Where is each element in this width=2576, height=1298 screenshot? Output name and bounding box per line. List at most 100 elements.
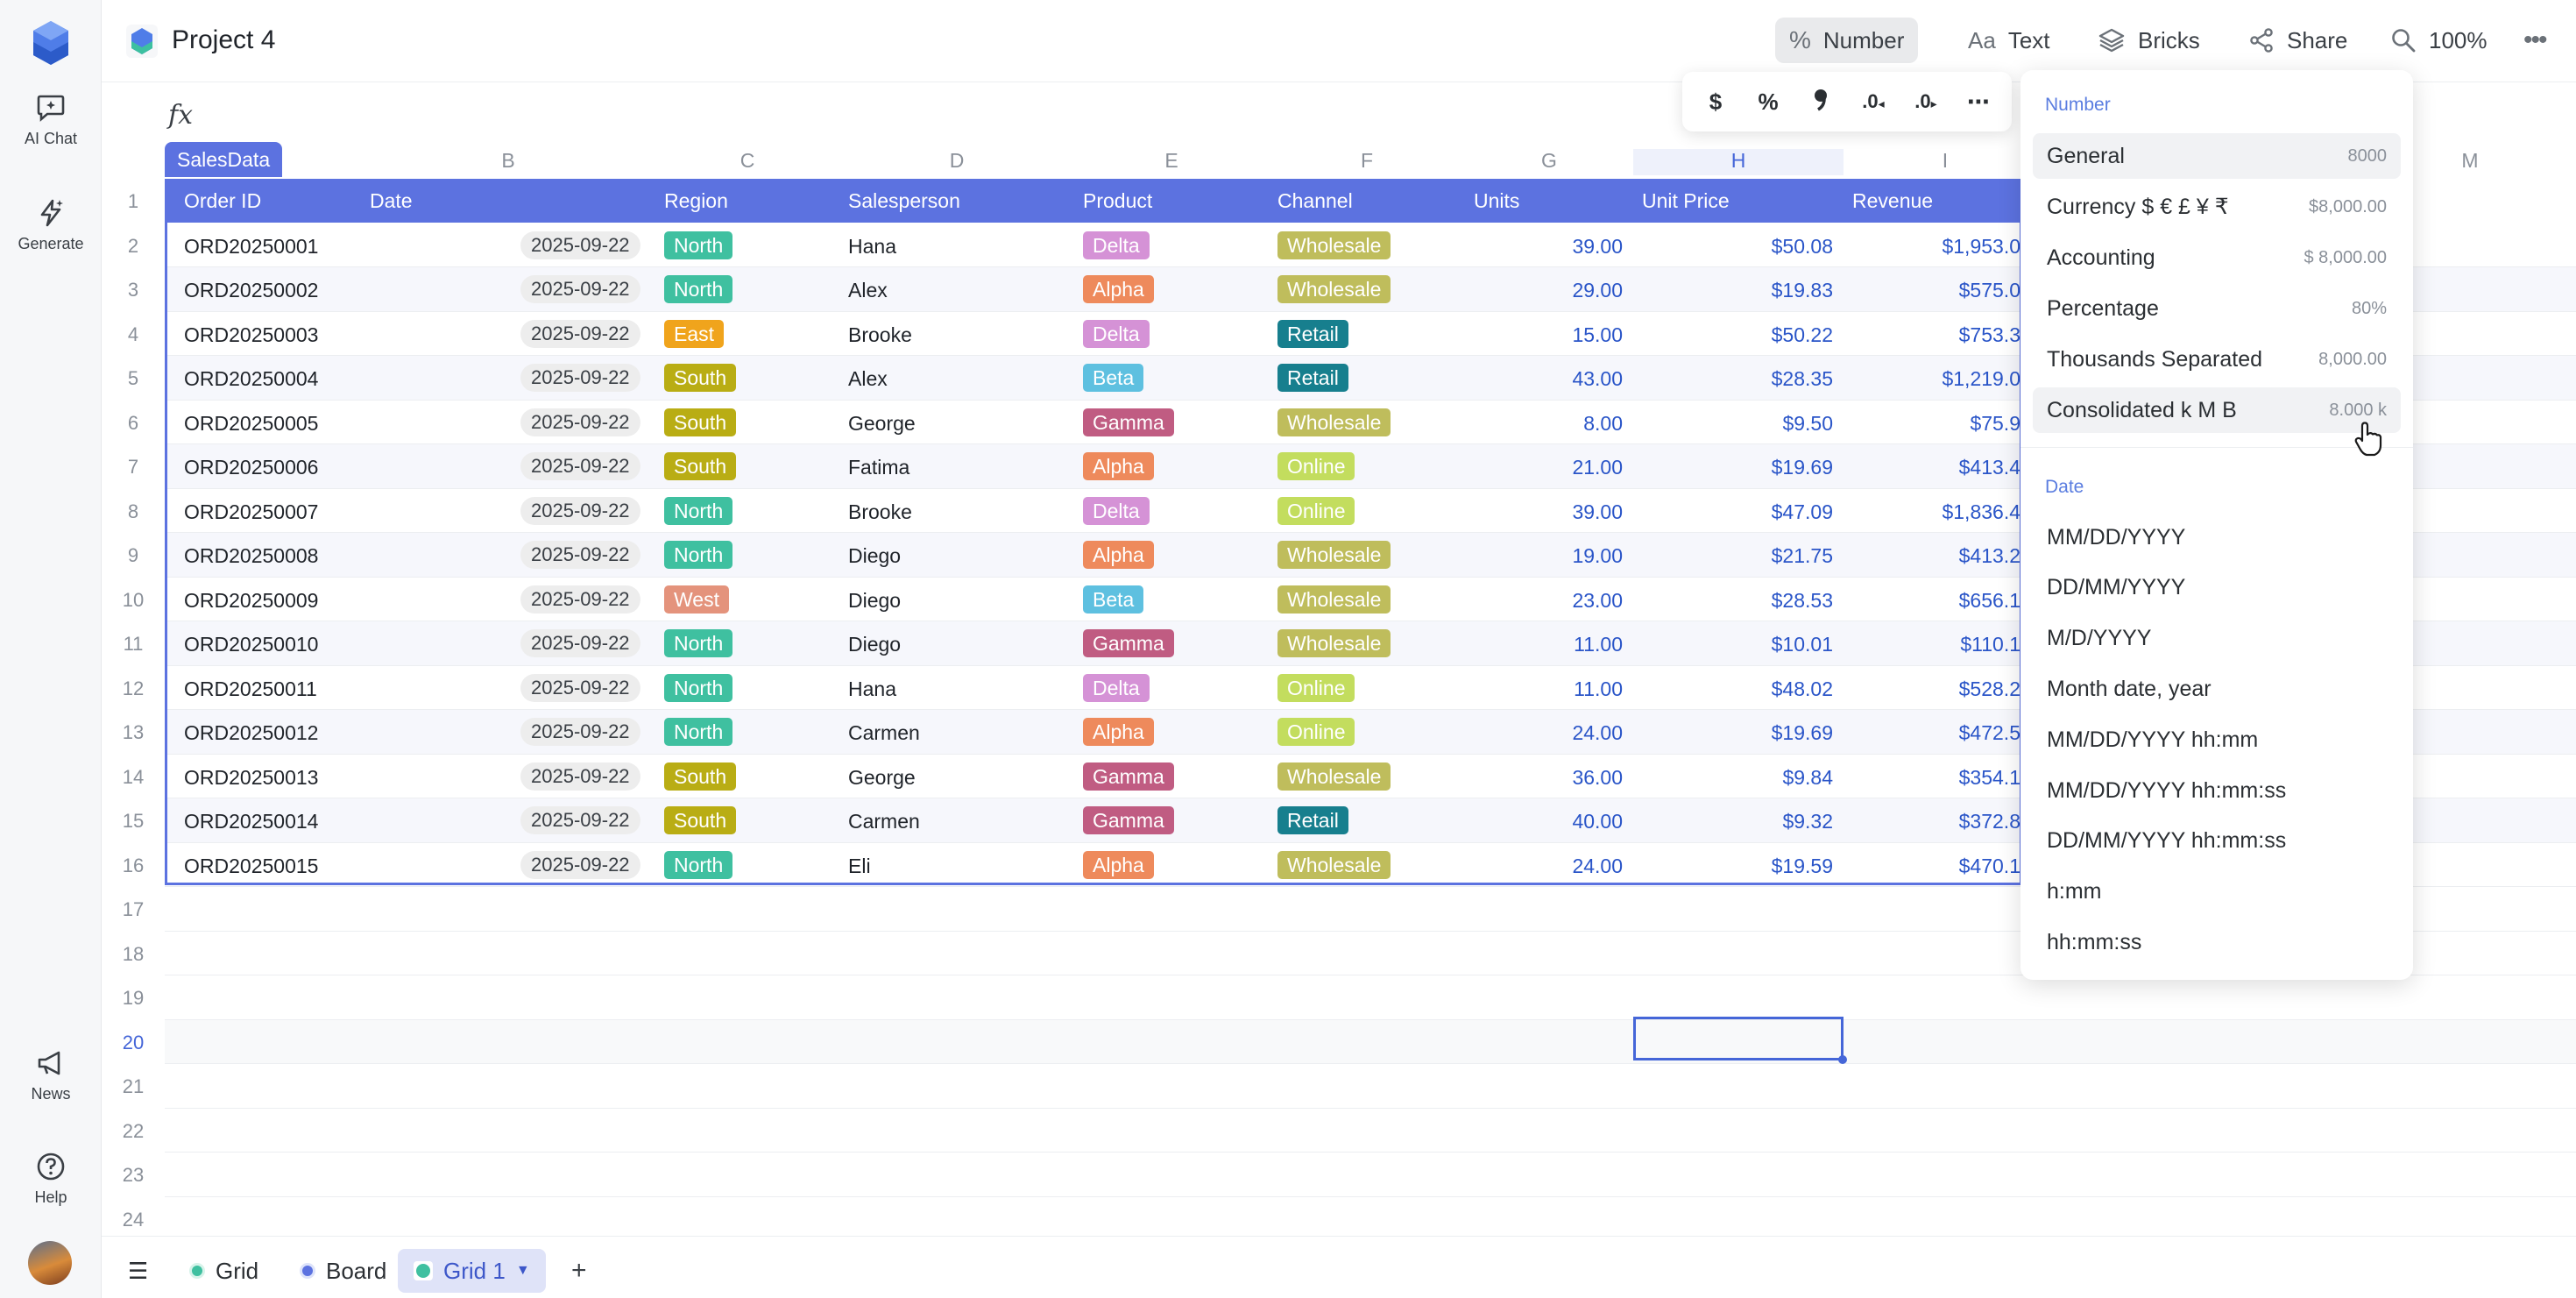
order-id-cell[interactable]: ORD20250013 (184, 766, 318, 790)
revenue-cell[interactable]: $528.2 (1844, 677, 2020, 701)
order-id-cell[interactable]: ORD20250012 (184, 721, 318, 745)
order-id-cell[interactable]: ORD20250015 (184, 855, 318, 878)
more-options-button[interactable]: ••• (2509, 18, 2560, 63)
revenue-cell[interactable]: $354.1 (1844, 766, 2020, 790)
order-id-cell[interactable]: ORD20250005 (184, 412, 318, 436)
channel-tag[interactable]: Online (1277, 496, 1355, 525)
units-cell[interactable]: 36.00 (1572, 766, 1623, 790)
units-cell[interactable]: 39.00 (1572, 235, 1623, 259)
fill-handle[interactable] (1838, 1055, 1847, 1064)
percent-format-button[interactable]: % (1747, 89, 1789, 116)
rail-news[interactable]: News (0, 1048, 102, 1103)
unit-price-cell[interactable]: $48.02 (1772, 677, 1833, 701)
unit-price-cell[interactable]: $9.32 (1782, 810, 1833, 833)
row-number[interactable]: 3 (102, 279, 165, 301)
date-cell[interactable]: 2025-09-22 (520, 408, 640, 436)
product-tag[interactable]: Gamma (1083, 629, 1174, 657)
units-cell[interactable]: 15.00 (1572, 323, 1623, 347)
unit-price-cell[interactable]: $28.53 (1772, 589, 1833, 613)
revenue-cell[interactable]: $1,836.4 (1844, 500, 2020, 524)
unit-price-cell[interactable]: $19.69 (1772, 456, 1833, 479)
tab-board[interactable]: Board (284, 1249, 402, 1293)
product-tag[interactable]: Delta (1083, 319, 1150, 348)
units-cell[interactable]: 19.00 (1572, 544, 1623, 568)
zoom-button[interactable]: 100% (2376, 18, 2502, 63)
channel-tag[interactable]: Retail (1277, 319, 1348, 348)
product-tag[interactable]: Alpha (1083, 275, 1154, 303)
row-number[interactable]: 5 (102, 367, 165, 390)
product-tag[interactable]: Gamma (1083, 806, 1174, 834)
date-cell[interactable]: 2025-09-22 (520, 496, 640, 525)
channel-tag[interactable]: Online (1277, 673, 1355, 702)
unit-price-cell[interactable]: $19.59 (1772, 855, 1833, 878)
date-cell[interactable]: 2025-09-22 (520, 452, 640, 480)
date-format-option[interactable]: M/D/YYYY (2033, 616, 2401, 662)
order-id-cell[interactable]: ORD20250007 (184, 500, 318, 524)
row-number[interactable]: 7 (102, 456, 165, 479)
unit-price-cell[interactable]: $19.83 (1772, 279, 1833, 302)
salesperson-cell[interactable]: George (848, 766, 916, 790)
channel-tag[interactable]: Wholesale (1277, 231, 1391, 259)
region-tag[interactable]: West (664, 585, 729, 614)
col-header-h[interactable]: H (1633, 149, 1844, 175)
revenue-cell[interactable]: $470.1 (1844, 855, 2020, 878)
order-id-cell[interactable]: ORD20250006 (184, 456, 318, 479)
product-tag[interactable]: Alpha (1083, 718, 1154, 746)
channel-tag[interactable]: Wholesale (1277, 629, 1391, 657)
units-cell[interactable]: 23.00 (1572, 589, 1623, 613)
region-tag[interactable]: North (664, 275, 733, 303)
format-more-button[interactable]: ⋯ (1957, 89, 1999, 116)
order-id-cell[interactable]: ORD20250011 (184, 677, 317, 701)
salesperson-cell[interactable]: Diego (848, 544, 901, 568)
date-cell[interactable]: 2025-09-22 (520, 364, 640, 392)
units-cell[interactable]: 24.00 (1572, 721, 1623, 745)
header-date[interactable]: Date (370, 189, 413, 213)
channel-tag[interactable]: Wholesale (1277, 585, 1391, 614)
unit-price-cell[interactable]: $19.69 (1772, 721, 1833, 745)
empty-row[interactable] (165, 1197, 2576, 1241)
project-title[interactable]: Project 4 (172, 25, 275, 55)
date-cell[interactable]: 2025-09-22 (520, 673, 640, 702)
channel-tag[interactable]: Wholesale (1277, 762, 1391, 791)
rail-ai-chat[interactable]: AI Chat (0, 93, 102, 148)
region-tag[interactable]: North (664, 850, 733, 879)
number-format-option[interactable]: Percentage 80% (2033, 286, 2401, 331)
channel-tag[interactable]: Wholesale (1277, 850, 1391, 879)
row-number[interactable]: 20 (102, 1032, 165, 1054)
units-cell[interactable]: 39.00 (1572, 500, 1623, 524)
date-cell[interactable]: 2025-09-22 (520, 806, 640, 834)
product-tag[interactable]: Delta (1083, 673, 1150, 702)
salesperson-cell[interactable]: Diego (848, 589, 901, 613)
salesperson-cell[interactable]: Carmen (848, 721, 920, 745)
col-header-b[interactable]: B (361, 149, 655, 175)
col-header-c[interactable]: C (655, 149, 839, 175)
header-unit-price[interactable]: Unit Price (1642, 189, 1730, 213)
units-cell[interactable]: 29.00 (1572, 279, 1623, 302)
date-cell[interactable]: 2025-09-22 (520, 231, 640, 259)
channel-tag[interactable]: Wholesale (1277, 408, 1391, 436)
revenue-cell[interactable]: $753.3 (1844, 323, 2020, 347)
date-cell[interactable]: 2025-09-22 (520, 541, 640, 569)
channel-tag[interactable]: Wholesale (1277, 541, 1391, 569)
empty-row[interactable] (165, 1019, 2576, 1064)
row-number[interactable]: 9 (102, 544, 165, 567)
date-cell[interactable]: 2025-09-22 (520, 629, 640, 657)
region-tag[interactable]: North (664, 496, 733, 525)
salesperson-cell[interactable]: Eli (848, 855, 871, 878)
units-cell[interactable]: 11.00 (1574, 633, 1623, 656)
channel-tag[interactable]: Online (1277, 452, 1355, 480)
header-product[interactable]: Product (1083, 189, 1152, 213)
revenue-cell[interactable]: $1,219.0 (1844, 367, 2020, 391)
date-format-option[interactable]: hh:mm:ss (2033, 919, 2401, 965)
salesperson-cell[interactable]: Alex (848, 367, 888, 391)
row-number[interactable]: 18 (102, 943, 165, 966)
row-number[interactable]: 11 (102, 633, 165, 656)
order-id-cell[interactable]: ORD20250014 (184, 810, 318, 833)
number-format-button[interactable]: % Number (1775, 18, 1919, 63)
row-number[interactable]: 1 (102, 190, 165, 213)
row-number[interactable]: 10 (102, 589, 165, 612)
date-cell[interactable]: 2025-09-22 (520, 850, 640, 879)
col-header-m[interactable]: M (2413, 149, 2527, 175)
date-format-option[interactable]: MM/DD/YYYY hh:mm:ss (2033, 768, 2401, 813)
row-number[interactable]: 13 (102, 721, 165, 744)
